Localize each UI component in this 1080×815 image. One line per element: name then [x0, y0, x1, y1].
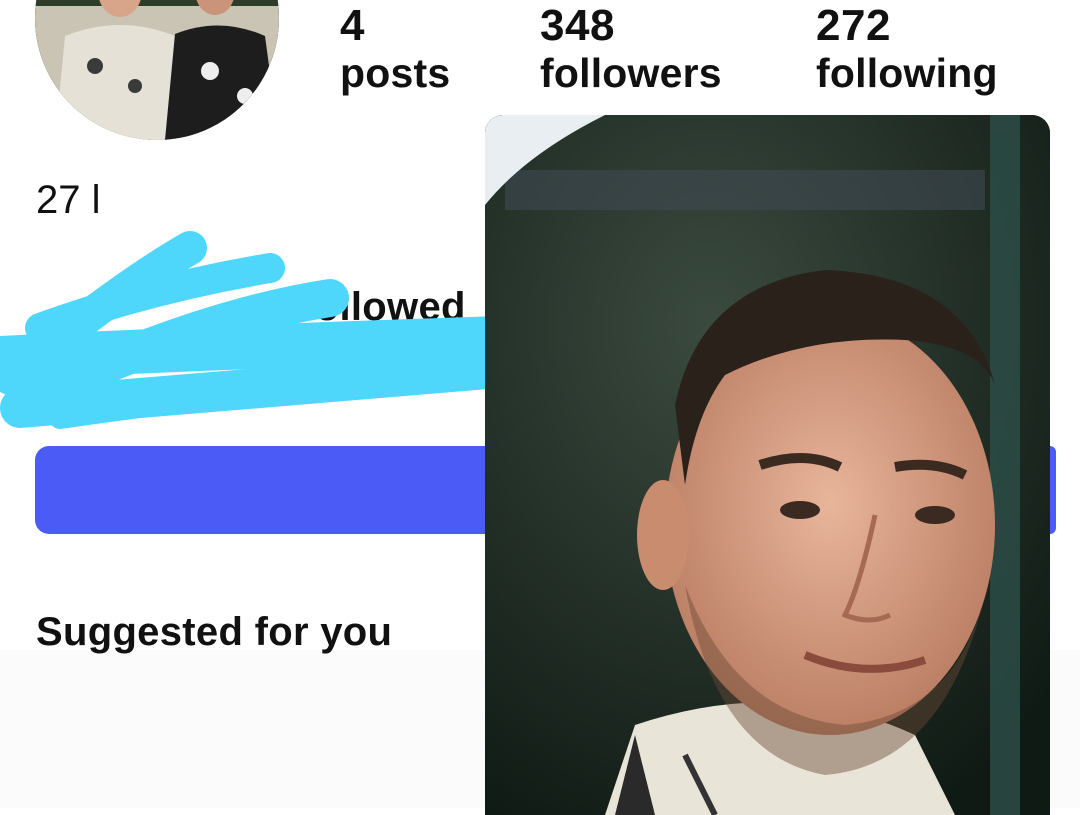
posts-label: posts [340, 50, 451, 96]
posts-stat[interactable]: 4 posts [340, 1, 451, 97]
bio-text: 27 l [36, 178, 101, 222]
redaction-scribble [0, 231, 520, 429]
following-stat[interactable]: 272 following [816, 1, 998, 97]
profile-avatar[interactable] [35, 0, 279, 140]
posts-count: 4 [340, 1, 365, 50]
followers-count: 348 [540, 1, 615, 50]
suggested-heading: Suggested for you [36, 610, 393, 654]
followers-stat[interactable]: 348 followers [540, 1, 722, 97]
followers-label: followers [540, 50, 722, 96]
follow-button-edge [1050, 446, 1056, 534]
following-label: following [816, 50, 998, 96]
profile-photo-preview[interactable] [485, 115, 1050, 815]
following-count: 272 [816, 1, 891, 50]
